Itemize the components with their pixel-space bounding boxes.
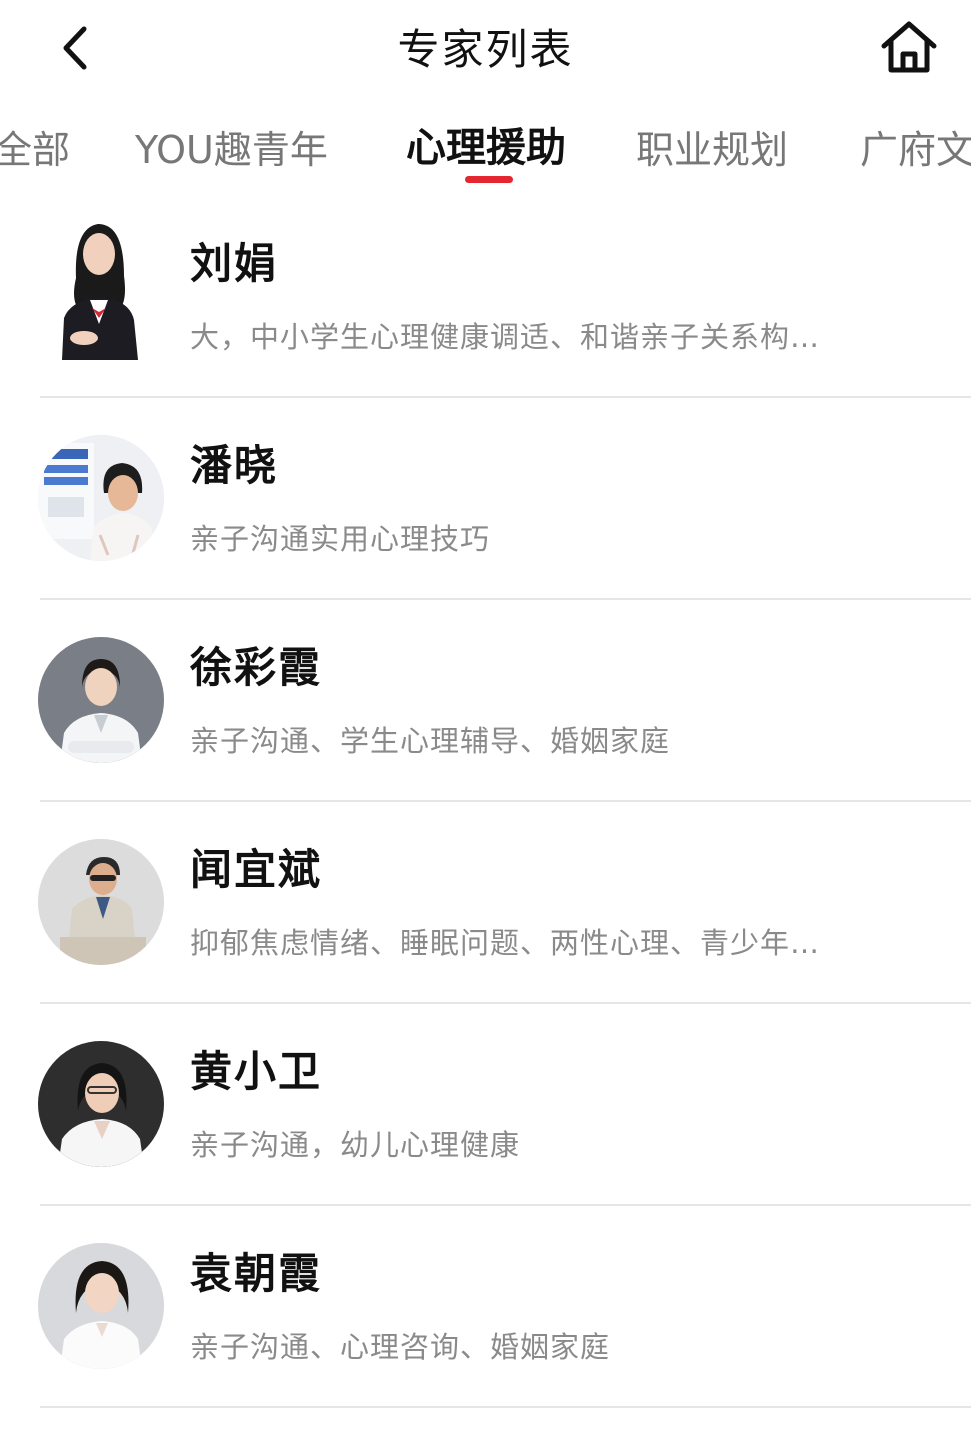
expert-name: 潘晓 bbox=[190, 441, 279, 490]
tab-psych-aid[interactable]: 心理援助 bbox=[406, 124, 566, 172]
avatar bbox=[38, 1041, 164, 1167]
expert-specialty: 亲子沟通，幼儿心理健康 bbox=[190, 1128, 521, 1162]
expert-name: 徐彩霞 bbox=[190, 643, 323, 692]
expert-name: 刘娟 bbox=[190, 239, 279, 288]
tab-you-youth[interactable]: YOU趣青年 bbox=[135, 126, 328, 174]
expert-item[interactable]: 闻宜斌 抑郁焦虑情绪、睡眠问题、两性心理、青少年… bbox=[0, 802, 971, 1004]
expert-specialty: 大，中小学生心理健康调适、和谐亲子关系构… bbox=[190, 320, 821, 354]
top-bar: 专家列表 bbox=[0, 0, 971, 100]
expert-item[interactable]: 潘晓 亲子沟通实用心理技巧 bbox=[0, 398, 971, 600]
active-tab-indicator bbox=[465, 176, 513, 183]
home-button[interactable] bbox=[872, 14, 946, 80]
page-title: 专家列表 bbox=[397, 25, 574, 74]
avatar bbox=[38, 839, 164, 965]
avatar bbox=[38, 435, 164, 561]
expert-specialty: 抑郁焦虑情绪、睡眠问题、两性心理、青少年… bbox=[190, 926, 821, 960]
expert-item[interactable]: 刘娟 大，中小学生心理健康调适、和谐亲子关系构… bbox=[0, 196, 971, 398]
avatar bbox=[38, 1243, 164, 1369]
tab-career-planning[interactable]: 职业规划 bbox=[636, 126, 788, 174]
expert-name: 黄小卫 bbox=[190, 1047, 323, 1096]
home-icon bbox=[881, 21, 937, 73]
expert-specialty: 亲子沟通、心理咨询、婚姻家庭 bbox=[190, 1330, 611, 1364]
expert-name: 袁朝霞 bbox=[190, 1249, 323, 1298]
avatar bbox=[54, 208, 144, 360]
category-tabs: 全部 YOU趣青年 心理援助 职业规划 广府文 bbox=[0, 110, 971, 200]
expert-item[interactable]: 袁朝霞 亲子沟通、心理咨询、婚姻家庭 bbox=[0, 1206, 971, 1408]
divider bbox=[40, 1406, 971, 1408]
tab-all[interactable]: 全部 bbox=[0, 126, 70, 174]
expert-specialty: 亲子沟通实用心理技巧 bbox=[190, 522, 491, 556]
tab-guangfu-culture[interactable]: 广府文 bbox=[860, 126, 971, 174]
expert-specialty: 亲子沟通、学生心理辅导、婚姻家庭 bbox=[190, 724, 671, 758]
avatar bbox=[38, 637, 164, 763]
expert-item[interactable]: 徐彩霞 亲子沟通、学生心理辅导、婚姻家庭 bbox=[0, 600, 971, 802]
expert-list: 刘娟 大，中小学生心理健康调适、和谐亲子关系构… 潘晓 亲子沟通实用心理技巧 徐… bbox=[0, 196, 971, 1408]
expert-name: 闻宜斌 bbox=[190, 845, 323, 894]
expert-item[interactable]: 黄小卫 亲子沟通，幼儿心理健康 bbox=[0, 1004, 971, 1206]
